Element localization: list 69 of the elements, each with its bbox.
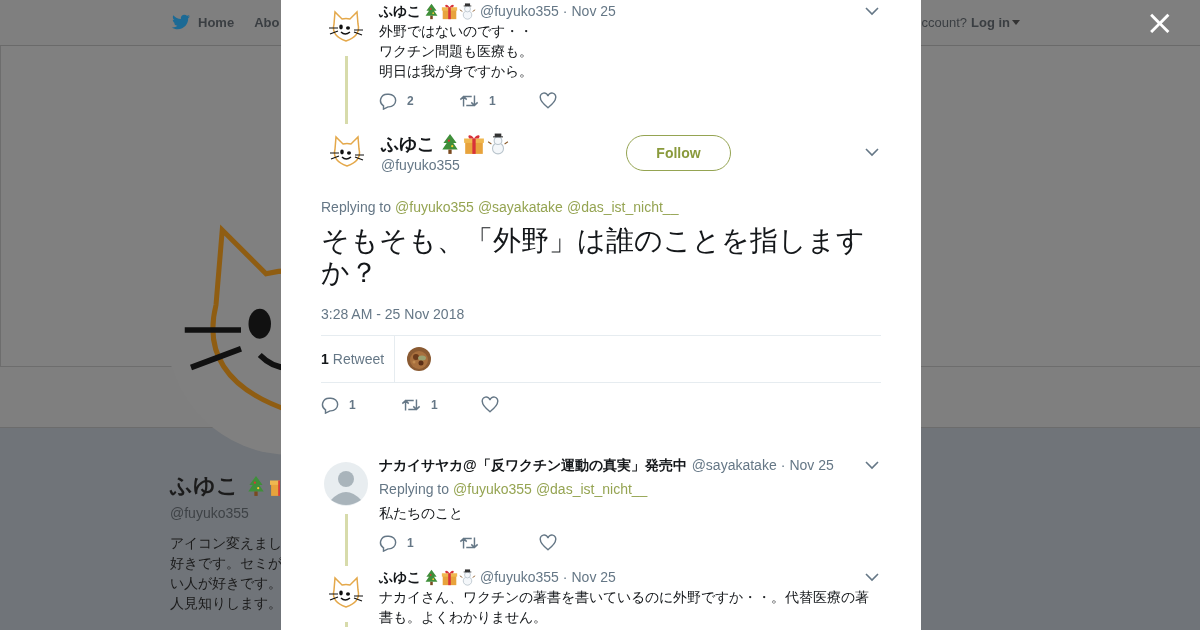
tweet-date[interactable]: Nov 25	[571, 567, 616, 587]
retweet-action[interactable]: 1	[401, 396, 481, 414]
user-name[interactable]: ふゆこ	[379, 567, 421, 587]
nav-link[interactable]: Abo	[254, 14, 280, 31]
mention-link[interactable]: @sayakatake	[477, 197, 563, 217]
retweet-icon	[401, 396, 421, 414]
gift-icon	[441, 568, 458, 586]
user-name[interactable]: ふゆこ	[381, 132, 435, 156]
reply-action[interactable]: 1	[379, 534, 459, 552]
gift-icon	[441, 2, 458, 20]
mention-link[interactable]: @das_ist_nicht__	[566, 197, 679, 217]
separator-dot: ·	[780, 456, 786, 475]
mention-link[interactable]: @fuyuko355	[395, 197, 474, 217]
tweet-text: ワクチン問題も医療も。	[379, 42, 534, 61]
retweet-count[interactable]: 1	[321, 351, 329, 367]
user-name[interactable]: ナカイサヤカ@「反ワクチン運動の真実」発売中	[379, 455, 687, 475]
tweet-date[interactable]: Nov 25	[571, 1, 616, 21]
tweet-text: ナカイさん、ワクチンの著書を書いているのに外野ですか・・。代替医療の著書も。よくわかりません。	[379, 588, 870, 627]
login-link[interactable]: Log in	[971, 15, 1020, 30]
reply-count: 1	[407, 536, 414, 550]
user-handle[interactable]: @fuyuko355	[480, 567, 559, 587]
bio-text: 人見知りします。	[170, 594, 282, 613]
tweet-timestamp[interactable]: 3:28 AM - 25 Nov 2018	[321, 306, 465, 322]
separator-dot: ·	[562, 568, 568, 587]
retweet-label[interactable]: Retweet	[332, 351, 385, 367]
replying-label: Replying to	[379, 480, 450, 499]
retweet-icon	[459, 534, 479, 552]
close-button[interactable]: ×	[1141, 4, 1178, 40]
tweet-text: 明日は我が身ですから。	[379, 62, 534, 81]
retweet-icon	[459, 92, 479, 110]
reply-icon	[379, 534, 397, 552]
mention-link[interactable]: @das_ist_nicht__	[535, 479, 648, 499]
reply-action[interactable]: 2	[379, 92, 459, 110]
retweet-action[interactable]: 1	[459, 92, 539, 110]
profile-name: ふゆこ	[170, 472, 239, 500]
retweet-count: 1	[489, 94, 496, 108]
separator-dot: ·	[562, 2, 568, 21]
caret-icon	[865, 460, 879, 470]
snowman-icon	[459, 568, 476, 586]
reply-action[interactable]: 1	[321, 396, 401, 414]
replying-label: Replying to	[321, 198, 392, 217]
nav-link[interactable]: Home	[171, 14, 235, 31]
caret-icon	[1012, 20, 1020, 25]
user-name[interactable]: ふゆこ	[379, 1, 421, 21]
mention-link[interactable]: @fuyuko355	[453, 479, 532, 499]
reply-icon	[379, 92, 397, 110]
user-handle[interactable]: @fuyuko355	[480, 1, 559, 21]
snowman-icon	[487, 133, 509, 155]
tweet-text: 私たちのこと	[379, 504, 464, 523]
retweet-count: 1	[431, 398, 438, 412]
tweet-text: そもそも、「外野」は誰のことを指しますか？	[321, 225, 866, 289]
gift-icon	[463, 133, 485, 155]
user-handle[interactable]: @fuyuko355	[381, 157, 510, 173]
caret-icon	[865, 6, 879, 16]
bio-text: アイコン変えまし	[170, 534, 282, 553]
tweet-date[interactable]: Nov 25	[789, 455, 834, 475]
heart-icon	[539, 534, 557, 552]
tweet-text: 外野ではないのです・・	[379, 22, 534, 41]
reply-count: 1	[349, 398, 356, 412]
caret-icon	[865, 572, 879, 582]
reply-count: 2	[407, 94, 414, 108]
caret-icon	[865, 148, 879, 157]
follow-button[interactable]: Follow	[626, 134, 731, 171]
bio-text: い人が好きです。	[170, 574, 282, 593]
heart-icon	[539, 92, 557, 110]
heart-icon	[481, 396, 499, 414]
login-prompt: ccount?	[921, 15, 967, 30]
user-handle[interactable]: @sayakatake	[691, 455, 777, 475]
reply-icon	[321, 396, 339, 414]
